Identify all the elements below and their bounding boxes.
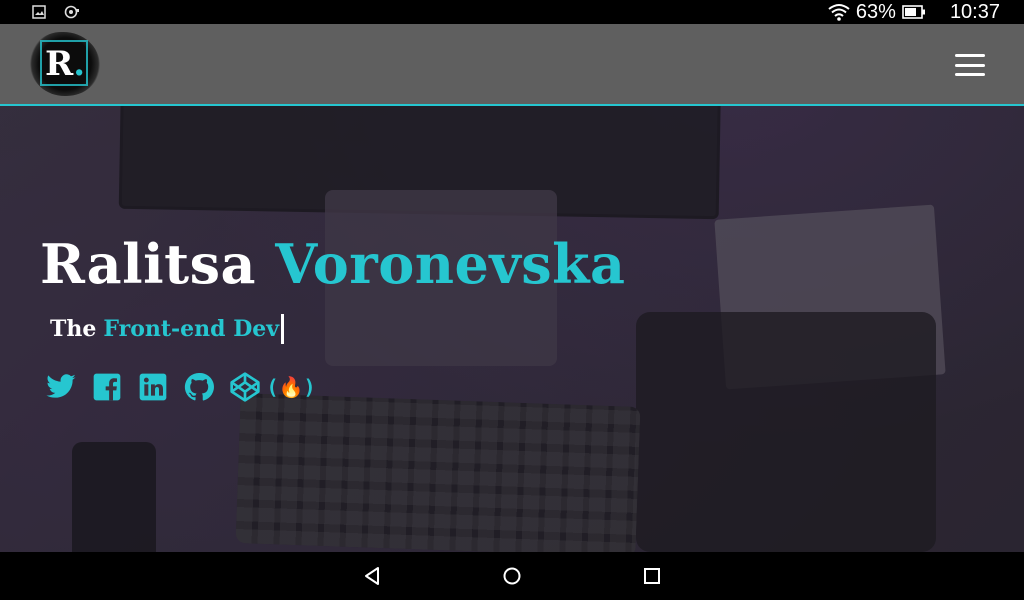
sync-notification-icon [64, 5, 80, 19]
linkedin-icon[interactable] [136, 370, 170, 404]
facebook-icon[interactable] [90, 370, 124, 404]
logo-letter: R [44, 44, 74, 84]
hero-name: Ralitsa Voronevska [40, 232, 626, 296]
logo-dot: . [73, 44, 86, 84]
home-icon[interactable] [501, 565, 523, 587]
hamburger-line [955, 63, 985, 67]
hamburger-line [955, 54, 985, 57]
hamburger-line [955, 73, 985, 76]
recents-icon[interactable] [641, 565, 663, 587]
status-left [32, 5, 80, 19]
github-icon[interactable] [182, 370, 216, 404]
back-icon[interactable] [361, 565, 383, 587]
hero-tagline: The Front-end Dev [50, 314, 285, 344]
hero-first-name: Ralitsa [40, 232, 256, 296]
status-right: 63% 10:37 [828, 1, 1000, 24]
clock: 10:37 [949, 0, 1000, 23]
android-nav-bar [0, 552, 1024, 600]
wifi-icon [828, 3, 850, 21]
hamburger-menu-icon[interactable] [955, 54, 985, 76]
status-bar: 63% 10:37 [0, 0, 1024, 24]
social-links: (🔥) [44, 370, 316, 404]
tagline-role: Front-end Dev [103, 316, 280, 342]
freecodecamp-icon[interactable]: (🔥) [267, 370, 316, 404]
twitter-icon[interactable] [44, 370, 78, 404]
codepen-icon[interactable] [228, 370, 262, 404]
battery-icon [902, 5, 926, 19]
site-navbar: R. [0, 24, 1024, 106]
image-notification-icon [32, 5, 46, 19]
web-page: R. Ralitsa Voronevska The Front-end Dev [0, 24, 1024, 552]
battery-percent: 63% [855, 0, 896, 23]
typing-cursor [281, 314, 285, 344]
tagline-lead: The [50, 316, 97, 342]
site-logo[interactable]: R. [26, 28, 104, 100]
hero-last-name: Voronevska [275, 232, 626, 296]
